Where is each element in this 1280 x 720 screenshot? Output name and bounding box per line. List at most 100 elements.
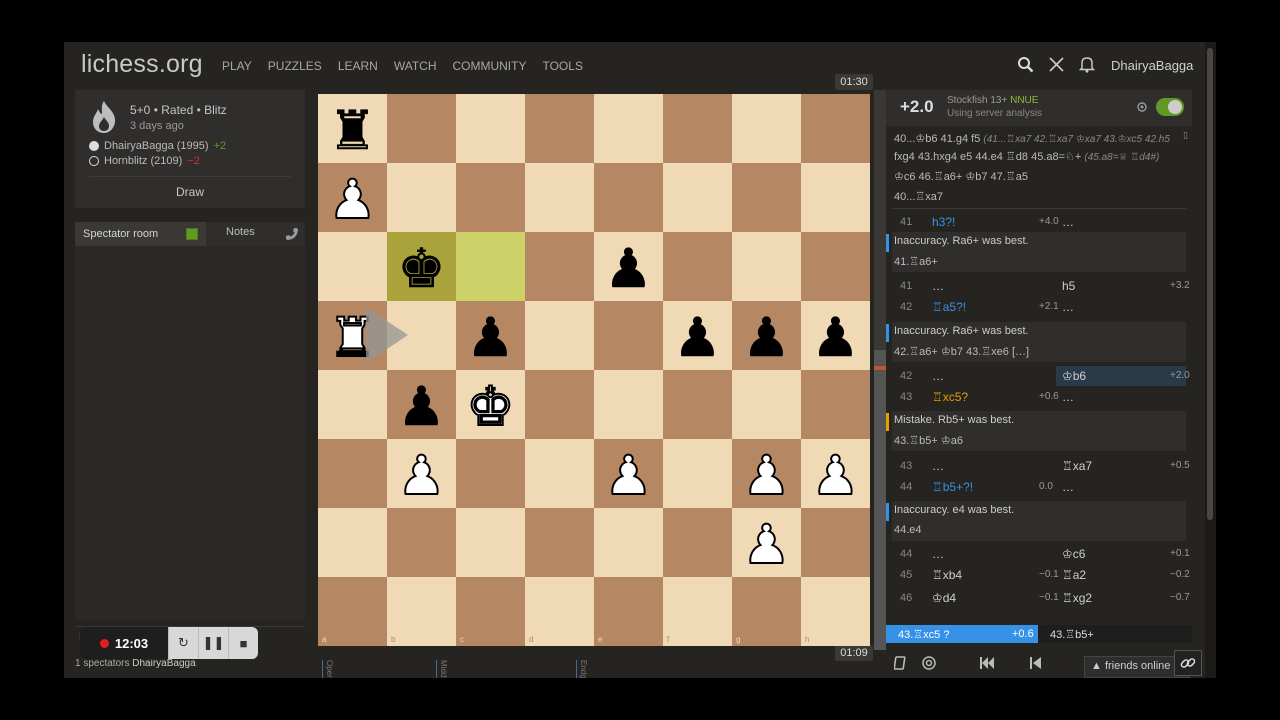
- variation-line[interactable]: ♔c6 46.♖a6+ ♔b7 47.♖a5: [894, 170, 1028, 183]
- square-c2[interactable]: [456, 508, 525, 577]
- user-menu[interactable]: DhairyaBagga: [1111, 58, 1193, 73]
- square-f6[interactable]: [663, 232, 732, 301]
- white-move[interactable]: …: [932, 459, 944, 473]
- site-logo[interactable]: lichess.org: [81, 50, 203, 79]
- square-d1[interactable]: [525, 577, 594, 646]
- white-pawn-e3[interactable]: ♟: [594, 439, 663, 508]
- nav-watch[interactable]: WATCH: [394, 59, 437, 73]
- square-h8[interactable]: [801, 94, 870, 163]
- nav-tools[interactable]: TOOLS: [542, 59, 582, 73]
- first-move-icon[interactable]: [980, 657, 994, 669]
- white-move[interactable]: h3?!: [932, 215, 955, 229]
- stop-icon[interactable]: ■: [228, 627, 258, 659]
- white-king-c4[interactable]: ♚: [456, 370, 525, 439]
- black-pawn-c5[interactable]: ♟: [456, 301, 525, 370]
- square-b2[interactable]: [387, 508, 456, 577]
- square-d5[interactable]: [525, 301, 594, 370]
- square-g6[interactable]: [732, 232, 801, 301]
- black-rook-a8[interactable]: ♜: [318, 94, 387, 163]
- black-move[interactable]: ♔c6: [1062, 547, 1085, 561]
- black-move[interactable]: ♖xg2: [1062, 591, 1092, 605]
- square-h4[interactable]: [801, 370, 870, 439]
- black-pawn-f5[interactable]: ♟: [663, 301, 732, 370]
- black-player[interactable]: Hornblitz (2109) −2: [89, 155, 200, 167]
- white-move[interactable]: ♔d4: [932, 591, 956, 605]
- white-pawn-b3[interactable]: ♟: [387, 439, 456, 508]
- square-e5[interactable]: [594, 301, 663, 370]
- white-player[interactable]: DhairyaBagga (1995) +2: [89, 140, 226, 152]
- black-pawn-h5[interactable]: ♟: [801, 301, 870, 370]
- square-a2[interactable]: [318, 508, 387, 577]
- square-f1[interactable]: [663, 577, 732, 646]
- pause-icon[interactable]: ❚❚: [198, 627, 228, 659]
- square-d3[interactable]: [525, 439, 594, 508]
- nav-puzzles[interactable]: PUZZLES: [268, 59, 322, 73]
- white-move[interactable]: ♖b5+?!: [932, 480, 973, 494]
- square-c8[interactable]: [456, 94, 525, 163]
- square-e8[interactable]: [594, 94, 663, 163]
- black-player-name[interactable]: Hornblitz (2109): [104, 155, 182, 167]
- crosshair-icon[interactable]: [1136, 101, 1148, 113]
- nav-community[interactable]: COMMUNITY: [452, 59, 526, 73]
- white-pawn-h3[interactable]: ♟: [801, 439, 870, 508]
- square-a3[interactable]: [318, 439, 387, 508]
- square-h1[interactable]: [801, 577, 870, 646]
- bell-icon[interactable]: [1079, 56, 1095, 73]
- square-g4[interactable]: [732, 370, 801, 439]
- square-d6[interactable]: [525, 232, 594, 301]
- square-c6[interactable]: [456, 232, 525, 301]
- previous-move-icon[interactable]: [1030, 657, 1042, 669]
- annotation-best-line[interactable]: 44.e4: [894, 524, 922, 536]
- black-move[interactable]: h5: [1062, 279, 1075, 293]
- square-f2[interactable]: [663, 508, 732, 577]
- square-c3[interactable]: [456, 439, 525, 508]
- spectator-user[interactable]: DhairyaBagga: [132, 658, 195, 669]
- black-pawn-e6[interactable]: ♟: [594, 232, 663, 301]
- swords-icon[interactable]: [1048, 56, 1065, 73]
- engine-toggle[interactable]: [1156, 98, 1184, 116]
- square-c1[interactable]: [456, 577, 525, 646]
- square-d4[interactable]: [525, 370, 594, 439]
- white-move[interactable]: ♖a5?!: [932, 300, 966, 314]
- black-move[interactable]: …: [1062, 480, 1074, 494]
- white-move[interactable]: ♖xb4: [932, 568, 962, 582]
- square-h6[interactable]: [801, 232, 870, 301]
- book-icon[interactable]: [894, 656, 908, 670]
- annotation-best-line[interactable]: 43.♖b5+ ♔a6: [894, 434, 963, 447]
- black-pawn-g5[interactable]: ♟: [732, 301, 801, 370]
- square-a1[interactable]: [318, 577, 387, 646]
- annotation-best-line[interactable]: 41.♖a6+: [894, 255, 938, 268]
- square-g7[interactable]: [732, 163, 801, 232]
- black-king-b6[interactable]: ♚: [387, 232, 456, 301]
- black-move[interactable]: …: [1062, 300, 1074, 314]
- variation-line[interactable]: 40...♖xa7: [894, 190, 943, 203]
- white-move[interactable]: …: [932, 369, 944, 383]
- tab-spectator-room[interactable]: Spectator room: [75, 222, 206, 246]
- square-e2[interactable]: [594, 508, 663, 577]
- square-h2[interactable]: [801, 508, 870, 577]
- link-icon[interactable]: [1174, 650, 1202, 676]
- square-f4[interactable]: [663, 370, 732, 439]
- black-move[interactable]: …: [1062, 390, 1074, 404]
- square-d7[interactable]: [525, 163, 594, 232]
- white-move[interactable]: …: [932, 279, 944, 293]
- target-icon[interactable]: [922, 656, 936, 670]
- square-e4[interactable]: [594, 370, 663, 439]
- phone-icon[interactable]: [285, 227, 299, 241]
- white-pawn-g3[interactable]: ♟: [732, 439, 801, 508]
- square-e1[interactable]: [594, 577, 663, 646]
- chessboard[interactable]: 8 7 6 5 4 3 2 1 a b c d e f g h ♜ ♟ ♚ ♟ ♜ ♟ ♟ ♟ ♟ ♟ ♚ ♟ ♟ ♟ ♟ ♟: [318, 94, 870, 646]
- square-c7[interactable]: [456, 163, 525, 232]
- variation-line[interactable]: 40...♔b6 41.g4 f5 (41...♖xa7 42.♖xa7 ♔xa…: [894, 132, 1170, 145]
- variation-line[interactable]: fxg4 43.hxg4 e5 44.e4 ♖d8 45.a8=♘+ (45.a…: [894, 150, 1159, 163]
- square-b8[interactable]: [387, 94, 456, 163]
- square-d2[interactable]: [525, 508, 594, 577]
- white-player-name[interactable]: DhairyaBagga (1995): [104, 140, 209, 152]
- square-f8[interactable]: [663, 94, 732, 163]
- square-e7[interactable]: [594, 163, 663, 232]
- annotation-best-line[interactable]: 42.♖a6+ ♔b7 43.♖xe6 […]: [894, 345, 1029, 358]
- search-icon[interactable]: [1017, 56, 1034, 73]
- white-move[interactable]: ♖xc5?: [932, 390, 968, 404]
- nav-learn[interactable]: LEARN: [338, 59, 378, 73]
- black-move[interactable]: ♖a2: [1062, 568, 1086, 582]
